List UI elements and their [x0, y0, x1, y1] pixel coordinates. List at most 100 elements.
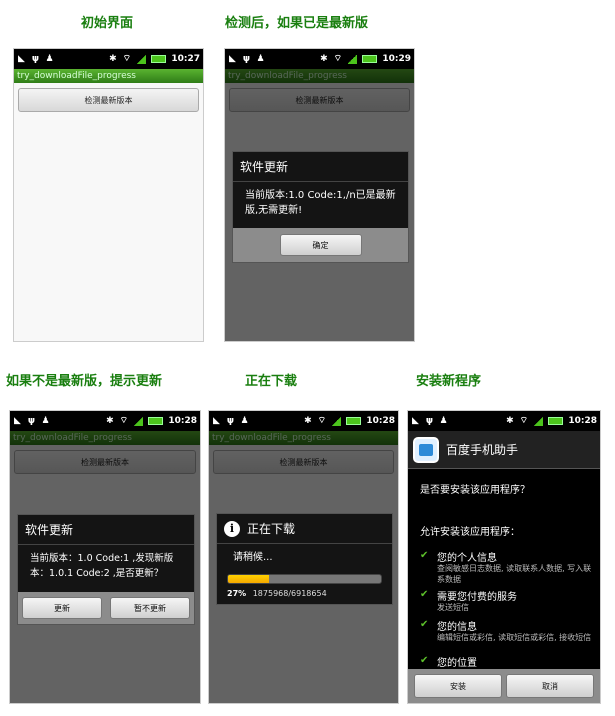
progress-percent: 27% — [227, 589, 247, 598]
android-icon: ♟ — [41, 415, 50, 426]
debug-icon: ◣ — [412, 415, 419, 426]
caption-not-latest: 如果不是最新版，提示更新 — [6, 374, 163, 389]
status-bar: ◣ ψ ♟ ✱ ⌔ 10:28 — [408, 411, 600, 431]
signal-icon — [133, 416, 144, 426]
wifi-icon: ⌔ — [122, 53, 132, 64]
check-update-button[interactable]: 检测最新版本 — [18, 88, 199, 112]
bluetooth-icon: ✱ — [506, 415, 514, 426]
usb-icon: ψ — [242, 53, 251, 64]
screenshot-collage: 初始界面 检测后，如果已是最新版 如果不是最新版，提示更新 正在下载 安装新程序… — [0, 0, 615, 716]
installer-question: 是否要安装该应用程序？ — [420, 485, 530, 496]
battery-icon — [362, 55, 378, 63]
phone-install: ◣ ψ ♟ ✱ ⌔ 10:28 百度手机助手 是否要安装该应用程序？ 允许安装该… — [407, 410, 601, 704]
wifi-icon: ⌔ — [119, 415, 129, 426]
wifi-icon: ⌔ — [519, 415, 529, 426]
permission-name: 需要您付费的服务 — [437, 592, 517, 603]
clock: 10:28 — [366, 416, 395, 426]
clock: 10:28 — [168, 416, 197, 426]
android-icon: ♟ — [45, 53, 54, 64]
progress-text-row: 27% 1875968/6918654 — [227, 589, 327, 598]
permission-item: ✔ 您的位置 — [420, 654, 594, 669]
installer-header: 百度手机助手 — [408, 431, 600, 469]
status-bar: ◣ ψ ♟ ✱ ⌔ 10:27 — [14, 49, 203, 69]
wifi-icon: ⌔ — [333, 53, 343, 64]
battery-icon — [148, 417, 164, 425]
dialog-download: i 正在下载 请稍候... 27% 1875968/6918654 — [216, 513, 393, 605]
caption-install: 安装新程序 — [416, 374, 482, 389]
signal-icon — [331, 416, 342, 426]
install-button[interactable]: 安装 — [414, 674, 502, 698]
dialog-button-bar: 确定 — [233, 228, 408, 262]
installer-app-name: 百度手机助手 — [446, 443, 519, 457]
signal-icon — [347, 54, 358, 64]
android-icon: ♟ — [240, 415, 249, 426]
debug-icon: ◣ — [229, 53, 236, 64]
debug-icon: ◣ — [213, 415, 220, 426]
dialog-button-bar: 更新 暂不更新 — [18, 592, 194, 624]
later-button[interactable]: 暂不更新 — [110, 597, 190, 619]
permission-name: 您的个人信息 — [437, 553, 497, 564]
usb-icon: ψ — [226, 415, 235, 426]
caption-downloading: 正在下载 — [245, 374, 298, 389]
dialog-title-row: i 正在下载 — [217, 514, 392, 544]
app-logo-icon — [413, 436, 439, 463]
status-bar: ◣ ψ ♟ ✱ ⌔ 10:28 — [10, 411, 200, 431]
dialog-message: 当前版本：1.0 Code:1 ,发现新版本：1.0.1 Code:2 ,是否更… — [30, 553, 174, 579]
caption-initial: 初始界面 — [81, 16, 134, 31]
permission-desc: 编辑短信或彩信, 读取短信或彩信, 接收短信 — [437, 633, 592, 642]
usb-icon: ψ — [425, 415, 434, 426]
permission-item: ✔ 您的个人信息 查阅敏感日志数据, 读取联系人数据, 写入联系数据 — [420, 549, 594, 584]
permission-item: ✔ 需要您付费的服务 发送短信 — [420, 588, 594, 614]
signal-icon — [136, 54, 147, 64]
dialog-title: 软件更新 — [233, 152, 408, 182]
bluetooth-icon: ✱ — [106, 415, 114, 426]
battery-icon — [548, 417, 564, 425]
check-icon: ✔ — [420, 655, 429, 666]
ok-button[interactable]: 确定 — [279, 234, 362, 256]
check-icon: ✔ — [420, 619, 429, 630]
status-bar: ◣ ψ ♟ ✱ ⌔ 10:28 — [209, 411, 398, 431]
installer-button-bar: 安装 取消 — [408, 669, 600, 703]
permission-name: 您的信息 — [437, 622, 477, 633]
permission-item: ✔ 您的信息 编辑短信或彩信, 读取短信或彩信, 接收短信 — [420, 618, 594, 650]
bluetooth-icon: ✱ — [320, 53, 328, 64]
update-button[interactable]: 更新 — [22, 597, 102, 619]
phone-latest: ◣ ψ ♟ ✱ ⌔ 10:29 try_downloadFile_progres… — [224, 48, 415, 342]
permission-desc: 查阅敏感日志数据, 读取联系人数据, 写入联系数据 — [437, 564, 592, 584]
battery-icon — [151, 55, 167, 63]
content-area: 检测最新版本 — [14, 83, 203, 341]
dialog-message: 当前版本:1.0 Code:1,/n已是最新版,无需更新! — [245, 190, 396, 216]
status-bar: ◣ ψ ♟ ✱ ⌔ 10:29 — [225, 49, 414, 69]
phone-update-prompt: ◣ ψ ♟ ✱ ⌔ 10:28 try_downloadFile_progres… — [9, 410, 201, 704]
dialog-title: 软件更新 — [18, 515, 194, 545]
info-icon: i — [224, 520, 240, 537]
download-progress-bar — [227, 574, 382, 584]
usb-icon: ψ — [27, 415, 36, 426]
permission-name: 您的位置 — [437, 658, 477, 669]
permission-desc: 发送短信 — [437, 603, 469, 612]
check-icon: ✔ — [420, 589, 429, 600]
cancel-button[interactable]: 取消 — [506, 674, 594, 698]
wifi-icon: ⌔ — [317, 415, 327, 426]
phone-initial: ◣ ψ ♟ ✱ ⌔ 10:27 try_downloadFile_progres… — [13, 48, 204, 342]
phone-downloading: ◣ ψ ♟ ✱ ⌔ 10:28 try_downloadFile_progres… — [208, 410, 399, 704]
bluetooth-icon: ✱ — [304, 415, 312, 426]
installer-allow-label: 允许安装该应用程序： — [420, 527, 520, 538]
dialog-latest: 软件更新 当前版本:1.0 Code:1,/n已是最新版,无需更新! 确定 — [232, 151, 409, 263]
clock: 10:29 — [382, 54, 411, 64]
caption-latest: 检测后，如果已是最新版 — [225, 16, 369, 31]
clock: 10:27 — [171, 54, 200, 64]
bluetooth-icon: ✱ — [109, 53, 117, 64]
signal-icon — [533, 416, 544, 426]
dialog-title: 正在下载 — [247, 522, 296, 536]
battery-icon — [346, 417, 362, 425]
installer-screen: 百度手机助手 是否要安装该应用程序？ 允许安装该应用程序： ✔ 您的个人信息 查… — [408, 431, 600, 703]
app-title: try_downloadFile_progress — [14, 69, 203, 83]
dialog-message: 请稍候... — [233, 552, 273, 563]
dialog-update: 软件更新 当前版本：1.0 Code:1 ,发现新版本：1.0.1 Code:2… — [17, 514, 195, 625]
debug-icon: ◣ — [14, 415, 21, 426]
download-progress-fill — [228, 575, 270, 583]
debug-icon: ◣ — [18, 53, 25, 64]
android-icon: ♟ — [256, 53, 265, 64]
check-icon: ✔ — [420, 550, 429, 561]
